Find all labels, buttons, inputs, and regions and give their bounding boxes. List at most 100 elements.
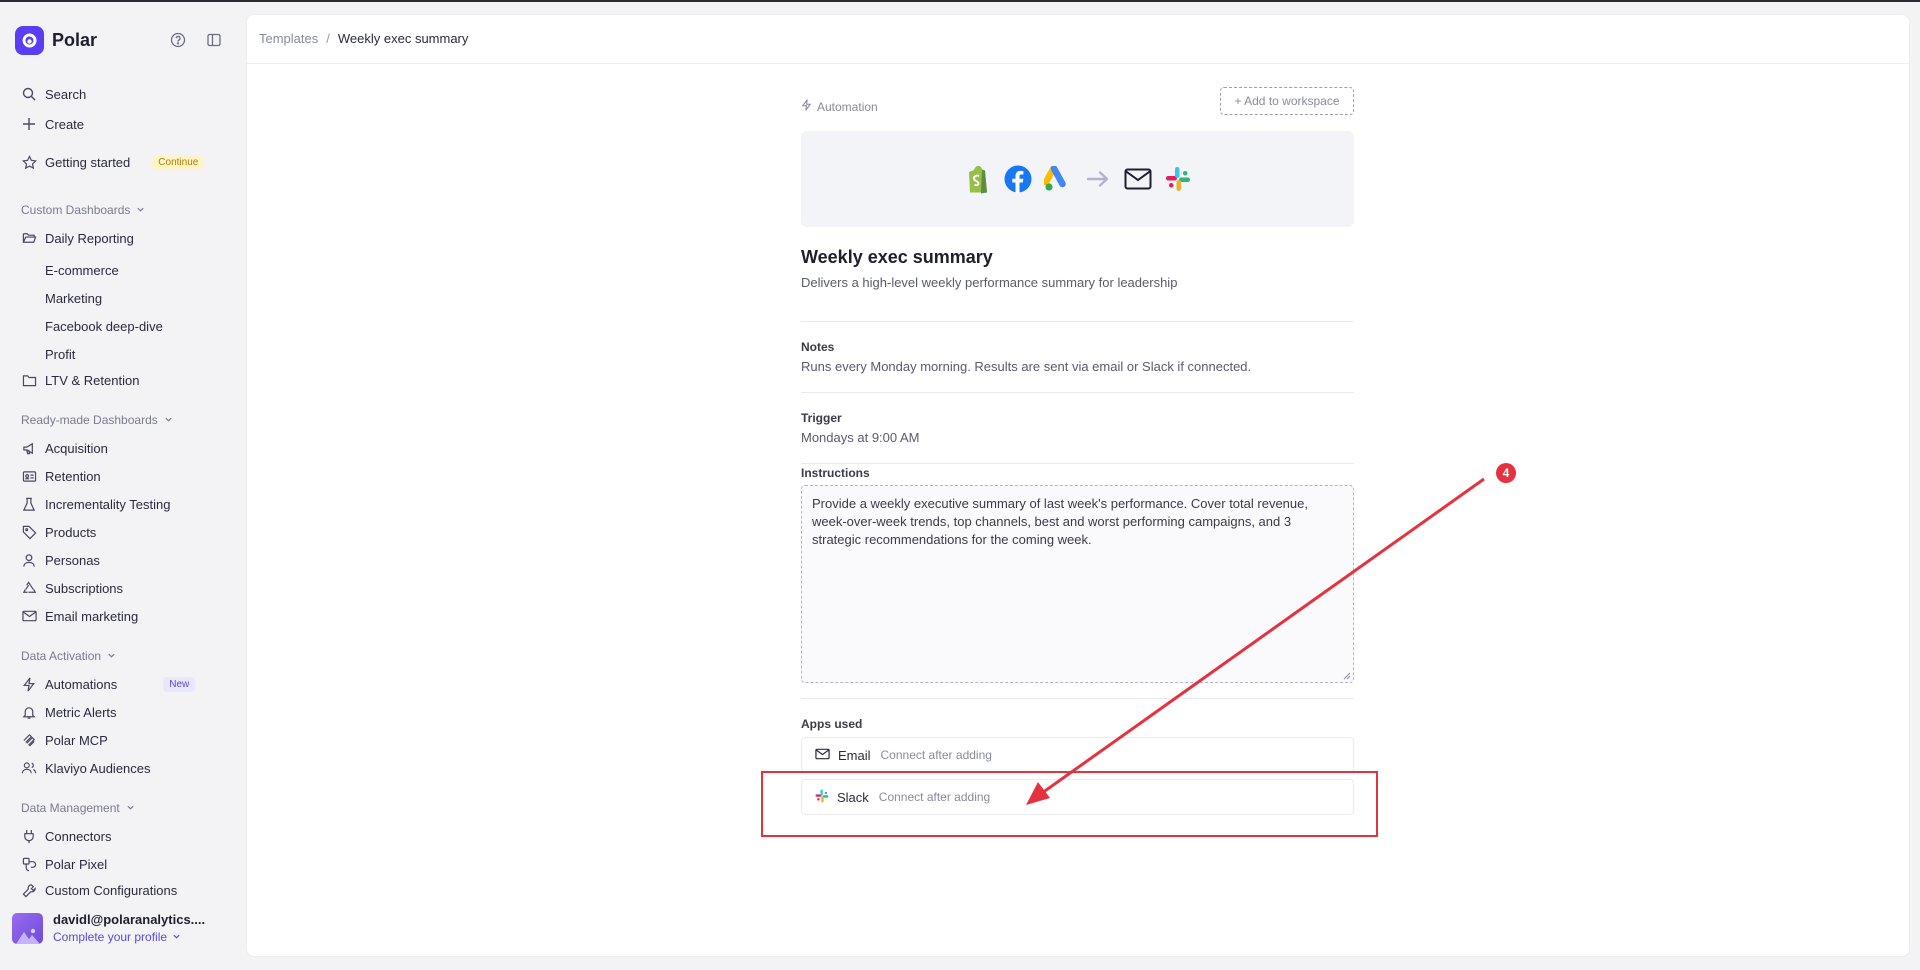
section-title: Data Management (21, 801, 120, 815)
add-to-workspace-button[interactable]: + Add to workspace (1220, 87, 1354, 115)
sidebar-item-daily-reporting[interactable]: Daily Reporting (21, 227, 134, 249)
section-title: Ready-made Dashboards (21, 413, 158, 427)
id-card-icon (21, 468, 37, 484)
complete-profile-link[interactable]: Complete your profile (53, 930, 205, 944)
arrow-right-icon (1083, 165, 1112, 194)
app-connect-hint: Connect after adding (880, 748, 992, 762)
new-badge: New (163, 676, 196, 692)
collapse-sidebar-icon[interactable] (204, 30, 224, 50)
sidebar-item-polar-pixel[interactable]: Polar Pixel (21, 853, 107, 875)
sidebar-tools (168, 30, 224, 50)
continue-badge[interactable]: Continue (152, 154, 205, 170)
apps-hero (801, 131, 1354, 227)
sidebar-item-label: Polar Pixel (45, 856, 108, 872)
sidebar-item-create[interactable]: Create (21, 113, 84, 135)
facebook-icon (1003, 165, 1032, 194)
section-title: Custom Dashboards (21, 203, 131, 217)
divider (801, 463, 1354, 464)
trigger-text: Mondays at 9:00 AM (801, 430, 920, 445)
sidebar-item-incrementality-testing[interactable]: Incrementality Testing (21, 493, 171, 515)
sidebar-item-label: Daily Reporting (45, 230, 134, 246)
mcp-icon (21, 732, 37, 748)
bell-icon (21, 704, 37, 720)
sidebar-item-metric-alerts[interactable]: Metric Alerts (21, 701, 117, 723)
section-title: Data Activation (21, 649, 102, 663)
annotation-step-badge: 4 (1496, 463, 1516, 483)
sidebar-item-polar-mcp[interactable]: Polar MCP (21, 729, 108, 751)
sidebar-item-profit[interactable]: Profit (45, 344, 75, 364)
breadcrumb-separator: / (326, 31, 330, 46)
sidebar-item-facebook-deep-dive[interactable]: Facebook deep-dive (45, 316, 163, 336)
help-icon[interactable] (168, 30, 188, 50)
breadcrumb-templates-link[interactable]: Templates (259, 31, 318, 46)
sidebar-item-label: Personas (45, 552, 100, 568)
sidebar-item-email-marketing[interactable]: Email marketing (21, 605, 138, 627)
sidebar-item-ltv-retention[interactable]: LTV & Retention (21, 369, 139, 391)
zap-icon (21, 676, 37, 692)
sidebar-item-klaviyo-audiences[interactable]: Klaviyo Audiences (21, 757, 151, 779)
mail-icon (21, 608, 37, 624)
sidebar-item-label: Klaviyo Audiences (45, 760, 151, 776)
section-data-management[interactable]: Data Management (21, 801, 135, 815)
sidebar-item-ecommerce[interactable]: E-commerce (45, 260, 119, 280)
annotation-highlight-box (761, 771, 1378, 837)
notes-label: Notes (801, 340, 835, 354)
sidebar-item-products[interactable]: Products (21, 521, 96, 543)
tag-icon (21, 524, 37, 540)
sidebar-item-marketing[interactable]: Marketing (45, 288, 102, 308)
template-description: Delivers a high-level weekly performance… (801, 275, 1178, 290)
sidebar-item-label: Metric Alerts (45, 704, 117, 720)
app-row-email[interactable]: Email Connect after adding (801, 737, 1354, 773)
sidebar-item-retention[interactable]: Retention (21, 465, 101, 487)
sidebar-item-automations[interactable]: Automations New (21, 673, 196, 695)
category-tag: Automation (801, 99, 878, 114)
google-ads-icon (1043, 165, 1072, 194)
folder-open-icon (21, 230, 37, 246)
sidebar-item-getting-started[interactable]: Getting started Continue (21, 151, 205, 173)
sidebar-item-label: Getting started (45, 154, 131, 170)
sidebar-item-custom-configurations[interactable]: Custom Configurations (21, 881, 177, 899)
pixel-icon (21, 856, 37, 872)
sidebar-item-personas[interactable]: Personas (21, 549, 100, 571)
complete-profile-label: Complete your profile (53, 930, 168, 944)
breadcrumb: Templates / Weekly exec summary (259, 31, 468, 46)
avatar (12, 912, 43, 944)
section-ready-made-dashboards[interactable]: Ready-made Dashboards (21, 413, 173, 427)
instructions-textarea[interactable]: Provide a weekly executive summary of la… (801, 485, 1354, 683)
sidebar-item-subscriptions[interactable]: Subscriptions (21, 577, 123, 599)
mail-icon (815, 748, 830, 763)
section-data-activation[interactable]: Data Activation (21, 649, 116, 663)
zap-icon (801, 99, 812, 114)
breadcrumb-current: Weekly exec summary (337, 31, 469, 46)
category-label: Automation (817, 99, 878, 114)
sidebar-item-label: Polar MCP (45, 732, 108, 748)
section-custom-dashboards[interactable]: Custom Dashboards (21, 203, 145, 217)
sidebar-item-acquisition[interactable]: Acquisition (21, 437, 108, 459)
recycle-icon (21, 580, 37, 596)
search-icon (21, 86, 37, 102)
sidebar-item-connectors[interactable]: Connectors (21, 825, 111, 847)
star-icon (21, 154, 37, 170)
user-email: davidl@polaranalytics.... (53, 912, 206, 927)
megaphone-icon (21, 440, 37, 456)
sidebar-item-label: Incrementality Testing (45, 496, 171, 512)
plus-icon (21, 116, 37, 132)
sidebar-item-label: Products (45, 524, 97, 540)
resize-handle-icon[interactable] (1341, 670, 1351, 680)
chevron-down-icon (172, 930, 181, 944)
divider (801, 698, 1354, 699)
slack-icon (1163, 165, 1192, 194)
plug-icon (21, 828, 37, 844)
sidebar-item-label: Custom Configurations (45, 882, 178, 898)
sidebar-item-label: Automations (45, 676, 118, 692)
sidebar-item-search[interactable]: Search (21, 83, 86, 105)
instructions-text: Provide a weekly executive summary of la… (812, 496, 1308, 547)
brand[interactable]: Polar (15, 26, 97, 55)
header-divider (247, 63, 1909, 64)
users-icon (21, 760, 37, 776)
notes-text: Runs every Monday morning. Results are s… (801, 359, 1252, 374)
user-profile[interactable]: davidl@polaranalytics.... Complete your … (12, 912, 205, 944)
shopify-icon (963, 165, 992, 194)
chevron-down-icon (136, 203, 145, 217)
sidebar-item-label: Acquisition (45, 440, 108, 456)
